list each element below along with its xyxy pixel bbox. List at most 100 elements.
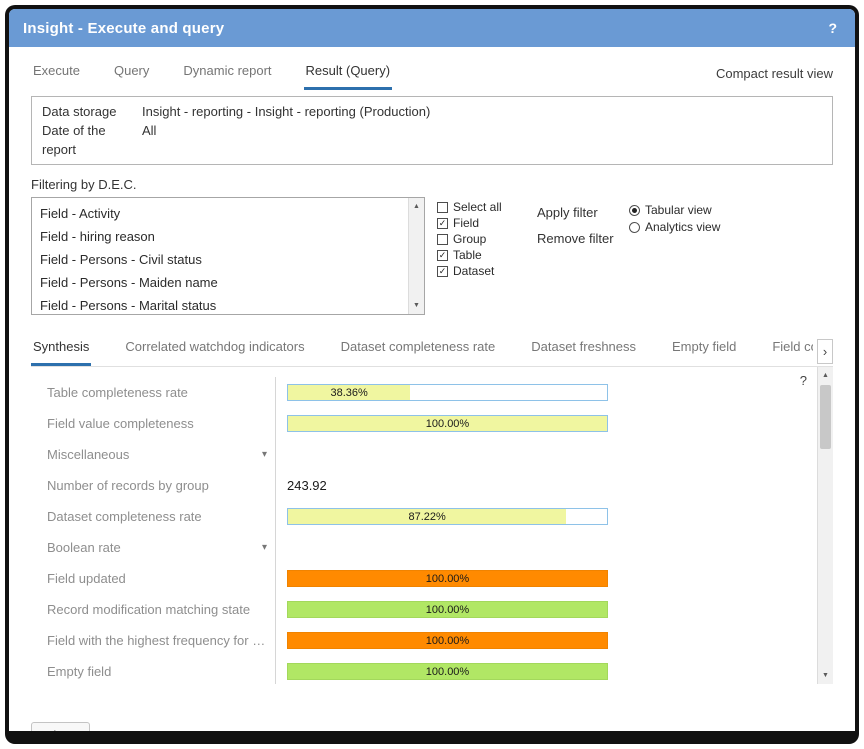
list-item-field-persons-maiden-name[interactable]: Field - Persons - Maiden name [32, 271, 406, 294]
metric-label-text: Field updated [47, 571, 126, 586]
metric-bar: 100.00% [287, 415, 608, 432]
metric-bar-fill: 38.36% [288, 385, 410, 400]
checkbox-table[interactable]: ✓ Table [437, 248, 523, 262]
result-tabbar: Synthesis Correlated watchdog indicators D… [31, 339, 833, 366]
main-tabbar: Execute Query Dynamic report Result (Query)… [31, 63, 833, 90]
radio-tabular-view[interactable]: Tabular view [629, 203, 720, 217]
filter-checkboxes: Select all ✓ Field Group ✓ Table ✓Dataset [437, 197, 523, 315]
radio-circle-icon [629, 222, 640, 233]
help-icon[interactable]: ? [824, 20, 841, 36]
result-tab-synthesis[interactable]: Synthesis [31, 339, 91, 366]
tab-query[interactable]: Query [112, 63, 151, 90]
filtering-label: Filtering by D.E.C. [31, 177, 833, 192]
metric-row: Number of records by group 243.92 [31, 470, 813, 501]
listbox-scrollbar[interactable]: ▲ ▼ [408, 198, 424, 314]
metric-bar-fill: 100.00% [288, 633, 607, 648]
checkbox-label: Table [453, 248, 482, 262]
metric-value-area: 100.00% [275, 625, 813, 656]
metric-row: Field value completeness 100.00% [31, 408, 813, 439]
tab-execute[interactable]: Execute [31, 63, 82, 90]
result-section: Synthesis Correlated watchdog indicators D… [31, 339, 833, 684]
scroll-up-icon[interactable]: ▲ [409, 199, 424, 214]
result-tab-correlated-watchdog-indicators[interactable]: Correlated watchdog indicators [123, 339, 306, 366]
checkbox-box-icon: ✓ [437, 250, 448, 261]
result-tab-field-compliance-ap[interactable]: Field compliance ap [770, 339, 813, 366]
checkbox-select-all[interactable]: Select all [437, 200, 523, 214]
scroll-down-icon[interactable]: ▼ [818, 668, 833, 683]
metric-label-text: Dataset completeness rate [47, 509, 202, 524]
result-tab-dataset-freshness[interactable]: Dataset freshness [529, 339, 638, 366]
info-value: All [142, 121, 822, 159]
close-button[interactable]: Close [31, 722, 90, 744]
checkbox-field[interactable]: ✓ Field [437, 216, 523, 230]
checkbox-label: Field [453, 216, 479, 230]
metric-bar: 87.22% [287, 508, 608, 525]
info-label: Data storage [42, 102, 142, 121]
radio-label: Tabular view [645, 203, 712, 217]
result-tabs: Synthesis Correlated watchdog indicators D… [31, 339, 813, 366]
metric-row: Empty field 100.00% [31, 656, 813, 684]
checkbox-label: Select all [453, 200, 502, 214]
checkbox-group[interactable]: Group [437, 232, 523, 246]
metric-bar-fill: 100.00% [288, 571, 607, 586]
metric-bar-fill: 100.00% [288, 602, 607, 617]
panel-help-icon[interactable]: ? [800, 373, 807, 388]
dialog-window: Insight - Execute and query ? Execute Que… [5, 5, 859, 744]
metric-row: Record modification matching state100.00… [31, 594, 813, 625]
list-item-field-persons-civil-status[interactable]: Field - Persons - Civil status [32, 248, 406, 271]
report-info-box: Data storage Insight - reporting - Insig… [31, 96, 833, 165]
scroll-down-icon[interactable]: ▼ [409, 298, 424, 313]
metric-label: Field updated [31, 563, 275, 594]
tab-scroll-right-icon[interactable]: › [817, 339, 833, 364]
metric-label-text: Field with the highest frequency for a .… [47, 633, 267, 648]
dialog-footer: Close [31, 722, 833, 744]
radio-label: Analytics view [645, 220, 720, 234]
info-row-report-date: Date of the report All [42, 121, 822, 159]
radio-circle-icon [629, 205, 640, 216]
checkbox-dataset[interactable]: ✓Dataset [437, 264, 523, 278]
action-remove-filter[interactable]: Remove filter [537, 231, 623, 246]
metric-label-text: Table completeness rate [47, 385, 188, 400]
filter-actions: Apply filter Remove filter [537, 197, 623, 315]
result-tab-dataset-completeness-rate[interactable]: Dataset completeness rate [339, 339, 498, 366]
checkbox-box-icon [437, 202, 448, 213]
scrollbar-thumb[interactable] [820, 385, 831, 449]
info-row-data-storage: Data storage Insight - reporting - Insig… [42, 102, 822, 121]
chevron-down-icon[interactable]: ▾ [262, 449, 267, 460]
metric-label-text: Field value completeness [47, 416, 194, 431]
result-tab-empty-field[interactable]: Empty field [670, 339, 738, 366]
tab-dynamic-report[interactable]: Dynamic report [181, 63, 273, 90]
dec-listbox[interactable]: Field - ActivityField - hiring reasonFie… [31, 197, 425, 315]
metric-text-value: 243.92 [287, 478, 327, 493]
metric-bar-fill: 100.00% [288, 664, 607, 679]
metric-label: Miscellaneous▾ [31, 439, 275, 470]
compact-result-view-link[interactable]: Compact result view [716, 66, 833, 90]
metric-label-text: Boolean rate [47, 540, 121, 555]
list-item-field-activity[interactable]: Field - Activity [32, 202, 406, 225]
metric-row: Miscellaneous▾ [31, 439, 813, 470]
title-bar: Insight - Execute and query ? [9, 9, 855, 47]
action-apply-filter[interactable]: Apply filter [537, 205, 623, 220]
metric-value-area: 100.00% [275, 594, 813, 625]
list-item-field-persons-marital-status[interactable]: Field - Persons - Marital status [32, 294, 406, 315]
list-item-field-hiring-reason[interactable]: Field - hiring reason [32, 225, 406, 248]
metric-row: Field updated 100.00% [31, 563, 813, 594]
metric-label: Boolean rate ▾ [31, 532, 275, 563]
scroll-up-icon[interactable]: ▲ [818, 368, 833, 383]
radio-analytics-view[interactable]: Analytics view [629, 220, 720, 234]
metric-label: Empty field [31, 656, 275, 684]
metric-bar-fill: 87.22% [288, 509, 566, 524]
metric-label-text: Empty field [47, 664, 111, 679]
filter-row: Field - ActivityField - hiring reasonFie… [31, 197, 833, 315]
chevron-down-icon[interactable]: ▾ [262, 542, 267, 553]
view-options: Tabular view Analytics view [629, 197, 720, 315]
metric-label-text: Number of records by group [47, 478, 209, 493]
checkbox-box-icon: ✓ [437, 218, 448, 229]
metric-label: Dataset completeness rate [31, 501, 275, 532]
panel-scrollbar[interactable]: ▲ ▼ [817, 367, 833, 684]
tab-result-query[interactable]: Result (Query) [304, 63, 393, 90]
metric-value-area: 100.00% [275, 656, 813, 684]
metric-row: Boolean rate ▾ [31, 532, 813, 563]
metric-label: Table completeness rate [31, 377, 275, 408]
metric-bar: 100.00% [287, 663, 608, 680]
